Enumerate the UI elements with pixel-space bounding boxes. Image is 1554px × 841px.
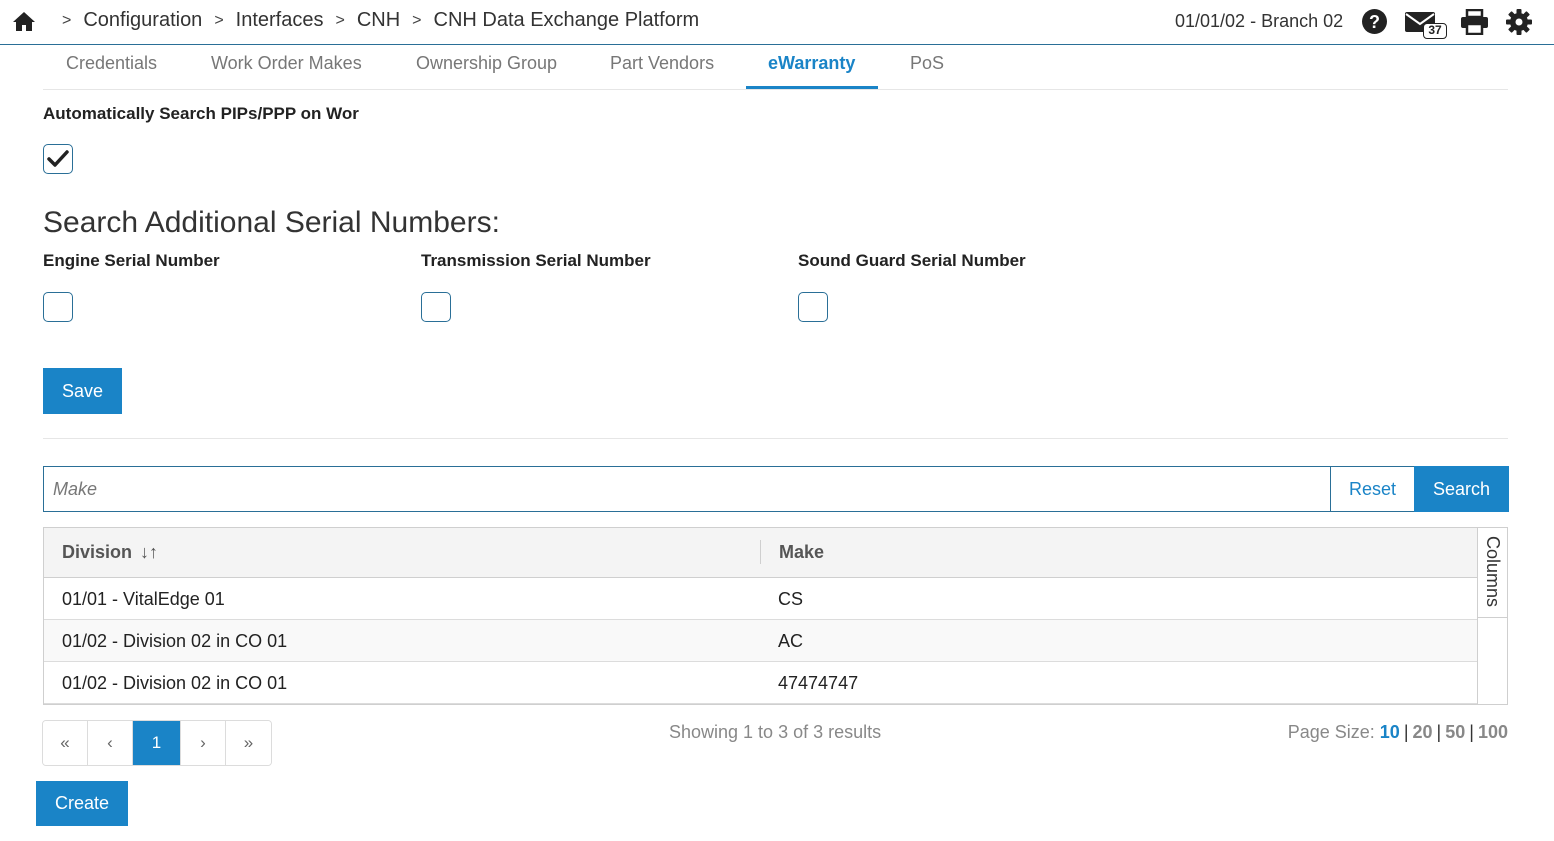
table-row[interactable]: 01/01 - VitalEdge 01 CS <box>44 578 1477 620</box>
tab-ownership-group[interactable]: Ownership Group <box>416 53 557 74</box>
cell-division: 01/01 - VitalEdge 01 <box>62 589 225 609</box>
cell-division: 01/02 - Division 02 in CO 01 <box>62 631 288 651</box>
soundguard-serial-label: Sound Guard Serial Number <box>798 251 1026 270</box>
table-header: Division ↓↑ Make <box>44 528 1477 578</box>
table-row[interactable]: 01/02 - Division 02 in CO 01 AC <box>44 620 1477 662</box>
breadcrumb-cnh[interactable]: CNH <box>357 9 400 32</box>
mail-count-badge: 37 <box>1423 23 1447 39</box>
breadcrumb-current: CNH Data Exchange Platform <box>433 9 700 31</box>
page-1-button[interactable]: 1 <box>133 721 181 765</box>
engine-serial-label: Engine Serial Number <box>43 251 220 270</box>
search-bar: Reset Search <box>43 466 1509 512</box>
active-tab-indicator <box>746 86 878 89</box>
cell-division: 01/02 - Division 02 in CO 01 <box>62 673 288 693</box>
tab-pos[interactable]: PoS <box>910 53 944 74</box>
results-summary: Showing 1 to 3 of 3 results <box>669 722 882 742</box>
cell-make: CS <box>778 589 804 609</box>
transmission-serial-checkbox[interactable] <box>421 292 451 322</box>
cell-make: 47474747 <box>778 673 859 693</box>
section-divider <box>43 438 1508 439</box>
search-button[interactable]: Search <box>1414 466 1509 512</box>
engine-serial-checkbox[interactable] <box>43 292 73 322</box>
page-size-100[interactable]: 100 <box>1478 722 1508 742</box>
next-page-button[interactable]: › <box>181 721 226 765</box>
gear-icon[interactable] <box>1506 9 1532 35</box>
columns-panel-border <box>1477 618 1478 704</box>
tab-bar: Credentials Work Order Makes Ownership G… <box>43 45 1508 90</box>
sort-icon[interactable]: ↓↑ <box>140 542 158 563</box>
columns-toggle-label: Columns <box>1483 536 1503 608</box>
reset-button[interactable]: Reset <box>1330 467 1414 511</box>
top-header: > Configuration > Interfaces > CNH > CNH… <box>0 0 1554 45</box>
home-icon[interactable] <box>12 10 36 32</box>
create-button[interactable]: Create <box>36 781 128 826</box>
transmission-serial-label: Transmission Serial Number <box>421 251 651 270</box>
page-size-selector: Page Size: 10 | 20 | 50 | 100 <box>1287 722 1508 742</box>
last-page-button[interactable]: » <box>226 721 271 765</box>
breadcrumb-separator: > <box>335 11 345 29</box>
page-size-10[interactable]: 10 <box>1380 722 1400 742</box>
soundguard-serial-checkbox[interactable] <box>798 292 828 322</box>
section-title: Search Additional Serial Numbers: <box>43 206 500 239</box>
breadcrumb: > Configuration > Interfaces > CNH > CNH… <box>62 9 711 32</box>
makes-table: Division ↓↑ Make 01/01 - VitalEdge 01 CS … <box>43 527 1508 705</box>
auto-search-label: Automatically Search PIPs/PPP on Wor <box>43 104 359 123</box>
help-icon[interactable]: ? <box>1361 8 1388 35</box>
page-size-50[interactable]: 50 <box>1445 722 1465 742</box>
breadcrumb-configuration[interactable]: Configuration <box>83 9 202 32</box>
breadcrumb-separator: > <box>412 11 422 29</box>
branch-selector[interactable]: 01/01/02 - Branch 02 <box>1175 11 1343 32</box>
page-size-20[interactable]: 20 <box>1413 722 1433 742</box>
print-icon[interactable] <box>1460 9 1489 35</box>
auto-search-checkbox[interactable] <box>43 144 73 174</box>
tab-part-vendors[interactable]: Part Vendors <box>610 53 714 74</box>
page-size-label: Page Size: <box>1287 722 1375 742</box>
tab-credentials[interactable]: Credentials <box>66 53 157 74</box>
breadcrumb-separator: > <box>62 11 72 29</box>
svg-text:?: ? <box>1369 12 1380 32</box>
tab-ewarranty[interactable]: eWarranty <box>768 53 855 74</box>
column-divider <box>760 540 761 564</box>
breadcrumb-separator: > <box>214 11 224 29</box>
checkmark-icon <box>47 150 69 167</box>
columns-toggle[interactable]: Columns <box>1477 528 1508 618</box>
tab-work-order-makes[interactable]: Work Order Makes <box>211 53 362 74</box>
cell-make: AC <box>778 631 804 651</box>
breadcrumb-interfaces[interactable]: Interfaces <box>236 9 324 32</box>
column-header-division[interactable]: Division ↓↑ <box>62 542 158 563</box>
prev-page-button[interactable]: ‹ <box>88 721 133 765</box>
column-header-make: Make <box>779 542 825 562</box>
make-search-input[interactable] <box>44 467 1330 511</box>
save-button[interactable]: Save <box>43 368 122 414</box>
first-page-button[interactable]: « <box>43 721 88 765</box>
pagination: « ‹ 1 › » <box>42 720 272 766</box>
table-row[interactable]: 01/02 - Division 02 in CO 01 47474747 <box>44 662 1477 704</box>
